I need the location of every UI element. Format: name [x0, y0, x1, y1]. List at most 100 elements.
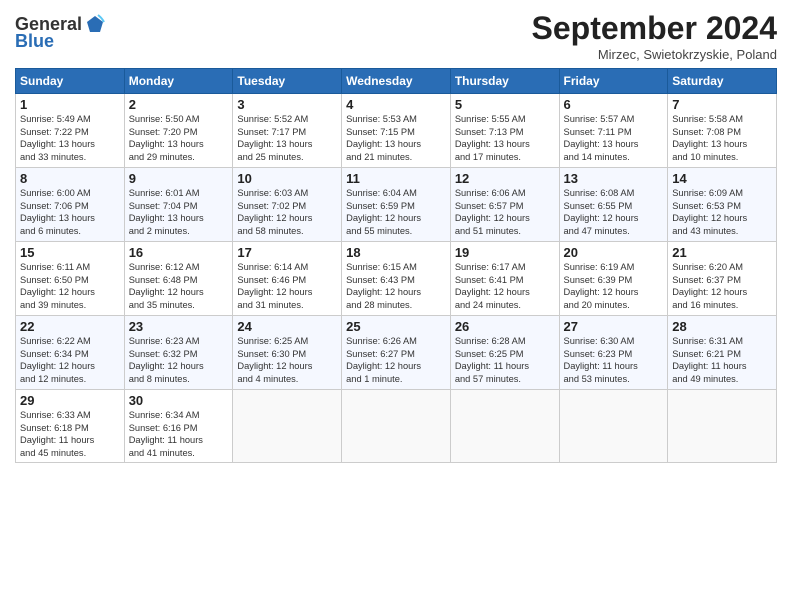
day-info: Sunrise: 6:25 AMSunset: 6:30 PMDaylight:… — [237, 335, 337, 385]
day-info: Sunrise: 6:30 AMSunset: 6:23 PMDaylight:… — [564, 335, 664, 385]
day-info: Sunrise: 5:49 AMSunset: 7:22 PMDaylight:… — [20, 113, 120, 163]
table-row — [668, 390, 777, 463]
day-number: 7 — [672, 97, 772, 112]
table-row — [559, 390, 668, 463]
day-info: Sunrise: 5:58 AMSunset: 7:08 PMDaylight:… — [672, 113, 772, 163]
day-info: Sunrise: 6:11 AMSunset: 6:50 PMDaylight:… — [20, 261, 120, 311]
day-number: 14 — [672, 171, 772, 186]
month-title: September 2024 — [532, 10, 777, 47]
table-row: 20Sunrise: 6:19 AMSunset: 6:39 PMDayligh… — [559, 242, 668, 316]
day-number: 1 — [20, 97, 120, 112]
day-number: 19 — [455, 245, 555, 260]
day-number: 16 — [129, 245, 229, 260]
logo-icon — [84, 13, 106, 35]
day-info: Sunrise: 5:50 AMSunset: 7:20 PMDaylight:… — [129, 113, 229, 163]
day-number: 17 — [237, 245, 337, 260]
day-info: Sunrise: 6:26 AMSunset: 6:27 PMDaylight:… — [346, 335, 446, 385]
logo: General Blue — [15, 14, 106, 52]
day-number: 22 — [20, 319, 120, 334]
table-row: 19Sunrise: 6:17 AMSunset: 6:41 PMDayligh… — [450, 242, 559, 316]
day-number: 15 — [20, 245, 120, 260]
day-info: Sunrise: 5:53 AMSunset: 7:15 PMDaylight:… — [346, 113, 446, 163]
day-number: 30 — [129, 393, 229, 408]
day-info: Sunrise: 6:31 AMSunset: 6:21 PMDaylight:… — [672, 335, 772, 385]
day-info: Sunrise: 6:04 AMSunset: 6:59 PMDaylight:… — [346, 187, 446, 237]
day-number: 6 — [564, 97, 664, 112]
table-row: 5Sunrise: 5:55 AMSunset: 7:13 PMDaylight… — [450, 94, 559, 168]
day-info: Sunrise: 6:14 AMSunset: 6:46 PMDaylight:… — [237, 261, 337, 311]
table-row: 24Sunrise: 6:25 AMSunset: 6:30 PMDayligh… — [233, 316, 342, 390]
day-info: Sunrise: 6:15 AMSunset: 6:43 PMDaylight:… — [346, 261, 446, 311]
day-number: 23 — [129, 319, 229, 334]
day-info: Sunrise: 6:22 AMSunset: 6:34 PMDaylight:… — [20, 335, 120, 385]
table-row: 17Sunrise: 6:14 AMSunset: 6:46 PMDayligh… — [233, 242, 342, 316]
header-saturday: Saturday — [668, 69, 777, 94]
table-row — [450, 390, 559, 463]
calendar-table: Sunday Monday Tuesday Wednesday Thursday… — [15, 68, 777, 463]
header: General Blue September 2024 Mirzec, Swie… — [15, 10, 777, 62]
table-row: 28Sunrise: 6:31 AMSunset: 6:21 PMDayligh… — [668, 316, 777, 390]
day-number: 5 — [455, 97, 555, 112]
day-number: 29 — [20, 393, 120, 408]
day-info: Sunrise: 6:28 AMSunset: 6:25 PMDaylight:… — [455, 335, 555, 385]
day-info: Sunrise: 6:20 AMSunset: 6:37 PMDaylight:… — [672, 261, 772, 311]
day-info: Sunrise: 6:33 AMSunset: 6:18 PMDaylight:… — [20, 409, 120, 459]
day-number: 26 — [455, 319, 555, 334]
header-sunday: Sunday — [16, 69, 125, 94]
day-number: 12 — [455, 171, 555, 186]
table-row: 25Sunrise: 6:26 AMSunset: 6:27 PMDayligh… — [342, 316, 451, 390]
day-number: 25 — [346, 319, 446, 334]
header-monday: Monday — [124, 69, 233, 94]
table-row: 6Sunrise: 5:57 AMSunset: 7:11 PMDaylight… — [559, 94, 668, 168]
table-row: 16Sunrise: 6:12 AMSunset: 6:48 PMDayligh… — [124, 242, 233, 316]
day-number: 28 — [672, 319, 772, 334]
day-number: 11 — [346, 171, 446, 186]
logo-blue-text: Blue — [15, 31, 54, 52]
day-info: Sunrise: 6:09 AMSunset: 6:53 PMDaylight:… — [672, 187, 772, 237]
table-row: 23Sunrise: 6:23 AMSunset: 6:32 PMDayligh… — [124, 316, 233, 390]
table-row: 13Sunrise: 6:08 AMSunset: 6:55 PMDayligh… — [559, 168, 668, 242]
day-number: 4 — [346, 97, 446, 112]
day-info: Sunrise: 6:19 AMSunset: 6:39 PMDaylight:… — [564, 261, 664, 311]
day-number: 10 — [237, 171, 337, 186]
day-number: 2 — [129, 97, 229, 112]
page: General Blue September 2024 Mirzec, Swie… — [0, 0, 792, 473]
day-info: Sunrise: 6:06 AMSunset: 6:57 PMDaylight:… — [455, 187, 555, 237]
day-info: Sunrise: 6:34 AMSunset: 6:16 PMDaylight:… — [129, 409, 229, 459]
table-row: 2Sunrise: 5:50 AMSunset: 7:20 PMDaylight… — [124, 94, 233, 168]
day-info: Sunrise: 5:52 AMSunset: 7:17 PMDaylight:… — [237, 113, 337, 163]
day-info: Sunrise: 6:12 AMSunset: 6:48 PMDaylight:… — [129, 261, 229, 311]
table-row: 22Sunrise: 6:22 AMSunset: 6:34 PMDayligh… — [16, 316, 125, 390]
table-row: 9Sunrise: 6:01 AMSunset: 7:04 PMDaylight… — [124, 168, 233, 242]
title-block: September 2024 Mirzec, Swietokrzyskie, P… — [532, 10, 777, 62]
day-info: Sunrise: 6:00 AMSunset: 7:06 PMDaylight:… — [20, 187, 120, 237]
table-row — [233, 390, 342, 463]
table-row: 29Sunrise: 6:33 AMSunset: 6:18 PMDayligh… — [16, 390, 125, 463]
table-row: 4Sunrise: 5:53 AMSunset: 7:15 PMDaylight… — [342, 94, 451, 168]
table-row: 21Sunrise: 6:20 AMSunset: 6:37 PMDayligh… — [668, 242, 777, 316]
day-info: Sunrise: 6:23 AMSunset: 6:32 PMDaylight:… — [129, 335, 229, 385]
table-row: 14Sunrise: 6:09 AMSunset: 6:53 PMDayligh… — [668, 168, 777, 242]
header-tuesday: Tuesday — [233, 69, 342, 94]
table-row: 8Sunrise: 6:00 AMSunset: 7:06 PMDaylight… — [16, 168, 125, 242]
day-number: 3 — [237, 97, 337, 112]
header-thursday: Thursday — [450, 69, 559, 94]
day-number: 13 — [564, 171, 664, 186]
location: Mirzec, Swietokrzyskie, Poland — [532, 47, 777, 62]
table-row: 18Sunrise: 6:15 AMSunset: 6:43 PMDayligh… — [342, 242, 451, 316]
table-row: 10Sunrise: 6:03 AMSunset: 7:02 PMDayligh… — [233, 168, 342, 242]
day-info: Sunrise: 6:08 AMSunset: 6:55 PMDaylight:… — [564, 187, 664, 237]
table-row: 15Sunrise: 6:11 AMSunset: 6:50 PMDayligh… — [16, 242, 125, 316]
weekday-header-row: Sunday Monday Tuesday Wednesday Thursday… — [16, 69, 777, 94]
day-number: 18 — [346, 245, 446, 260]
day-number: 27 — [564, 319, 664, 334]
table-row: 26Sunrise: 6:28 AMSunset: 6:25 PMDayligh… — [450, 316, 559, 390]
header-friday: Friday — [559, 69, 668, 94]
day-number: 24 — [237, 319, 337, 334]
day-info: Sunrise: 6:01 AMSunset: 7:04 PMDaylight:… — [129, 187, 229, 237]
table-row: 7Sunrise: 5:58 AMSunset: 7:08 PMDaylight… — [668, 94, 777, 168]
day-number: 8 — [20, 171, 120, 186]
day-number: 9 — [129, 171, 229, 186]
day-info: Sunrise: 6:17 AMSunset: 6:41 PMDaylight:… — [455, 261, 555, 311]
day-info: Sunrise: 5:55 AMSunset: 7:13 PMDaylight:… — [455, 113, 555, 163]
